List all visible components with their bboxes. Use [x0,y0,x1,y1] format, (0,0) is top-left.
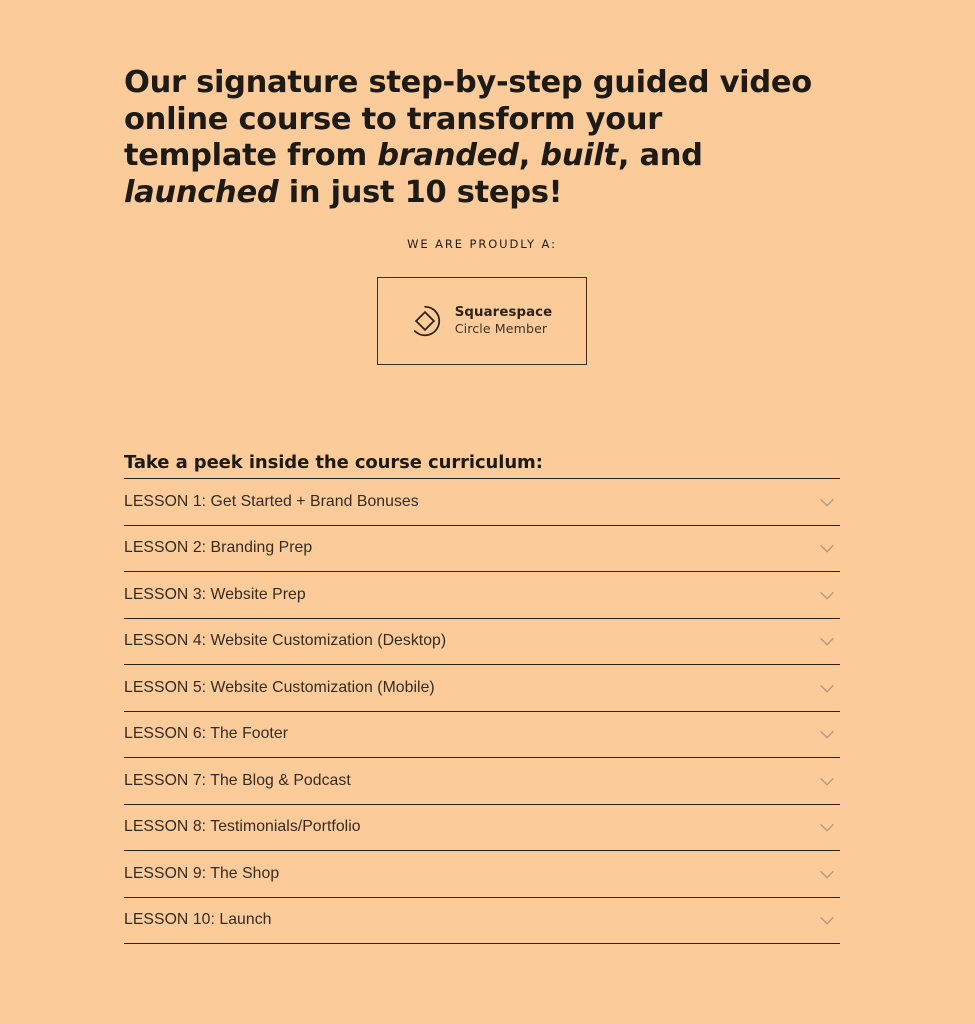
badge-title: Squarespace [454,304,553,320]
accordion-item-lesson-9[interactable]: LESSON 9: The Shop [124,851,840,898]
badge-content: Squarespace Circle Member [408,304,553,338]
page-root: Our signature step-by-step guided video … [0,0,975,1024]
curriculum-accordion: LESSON 1: Get Started + Brand Bonuses LES… [124,478,840,944]
curriculum-heading: Take a peek inside the course curriculum… [124,451,543,473]
accordion-item-label: LESSON 10: Launch [124,911,272,929]
accordion-item-lesson-5[interactable]: LESSON 5: Website Customization (Mobile) [124,665,840,712]
accordion-item-lesson-4[interactable]: LESSON 4: Website Customization (Desktop… [124,619,840,665]
badge-subtitle: Circle Member [454,321,548,337]
chevron-down-icon[interactable] [816,491,838,513]
badge-text-block: Squarespace Circle Member [455,304,553,338]
chevron-down-icon[interactable] [816,584,838,606]
accordion-item-label: LESSON 4: Website Customization (Desktop… [124,632,447,650]
chevron-down-icon[interactable] [816,770,838,792]
accordion-item-lesson-8[interactable]: LESSON 8: Testimonials/Portfolio [124,805,840,851]
squarespace-circle-member-badge: Squarespace Circle Member [377,277,587,365]
accordion-item-label: LESSON 1: Get Started + Brand Bonuses [124,492,419,510]
chevron-down-icon[interactable] [816,816,838,838]
accordion-item-lesson-3[interactable]: LESSON 3: Website Prep [124,572,840,619]
headline-sep-2: , and [617,138,703,174]
accordion-item-label: LESSON 8: Testimonials/Portfolio [124,818,361,836]
chevron-down-icon[interactable] [816,723,838,745]
chevron-down-icon[interactable] [816,630,838,652]
headline-sep-1: , [518,138,541,174]
chevron-down-icon[interactable] [816,537,838,559]
squarespace-circle-icon [408,304,442,338]
accordion-item-label: LESSON 9: The Shop [124,864,280,882]
accordion-item-label: LESSON 3: Website Prep [124,585,306,603]
chevron-down-icon[interactable] [816,677,838,699]
headline-text-2: in just 10 steps! [278,174,563,210]
accordion-item-label: LESSON 2: Branding Prep [124,539,313,557]
chevron-down-icon[interactable] [816,909,838,931]
accordion-item-lesson-2[interactable]: LESSON 2: Branding Prep [124,526,840,572]
headline-emphasis-built: built [540,138,618,174]
proudly-label: WE ARE PROUDLY A: [407,237,557,251]
accordion-item-label: LESSON 6: The Footer [124,725,289,743]
accordion-item-label: LESSON 7: The Blog & Podcast [124,771,351,789]
accordion-item-label: LESSON 5: Website Customization (Mobile) [124,678,435,696]
accordion-item-lesson-7[interactable]: LESSON 7: The Blog & Podcast [124,758,840,805]
accordion-item-lesson-10[interactable]: LESSON 10: Launch [124,898,840,944]
chevron-down-icon[interactable] [816,863,838,885]
accordion-item-lesson-6[interactable]: LESSON 6: The Footer [124,712,840,758]
accordion-item-lesson-1[interactable]: LESSON 1: Get Started + Brand Bonuses [124,479,840,526]
headline-emphasis-launched: launched [124,174,279,210]
headline-emphasis-branded: branded [377,138,519,174]
page-title: Our signature step-by-step guided video … [124,65,824,211]
